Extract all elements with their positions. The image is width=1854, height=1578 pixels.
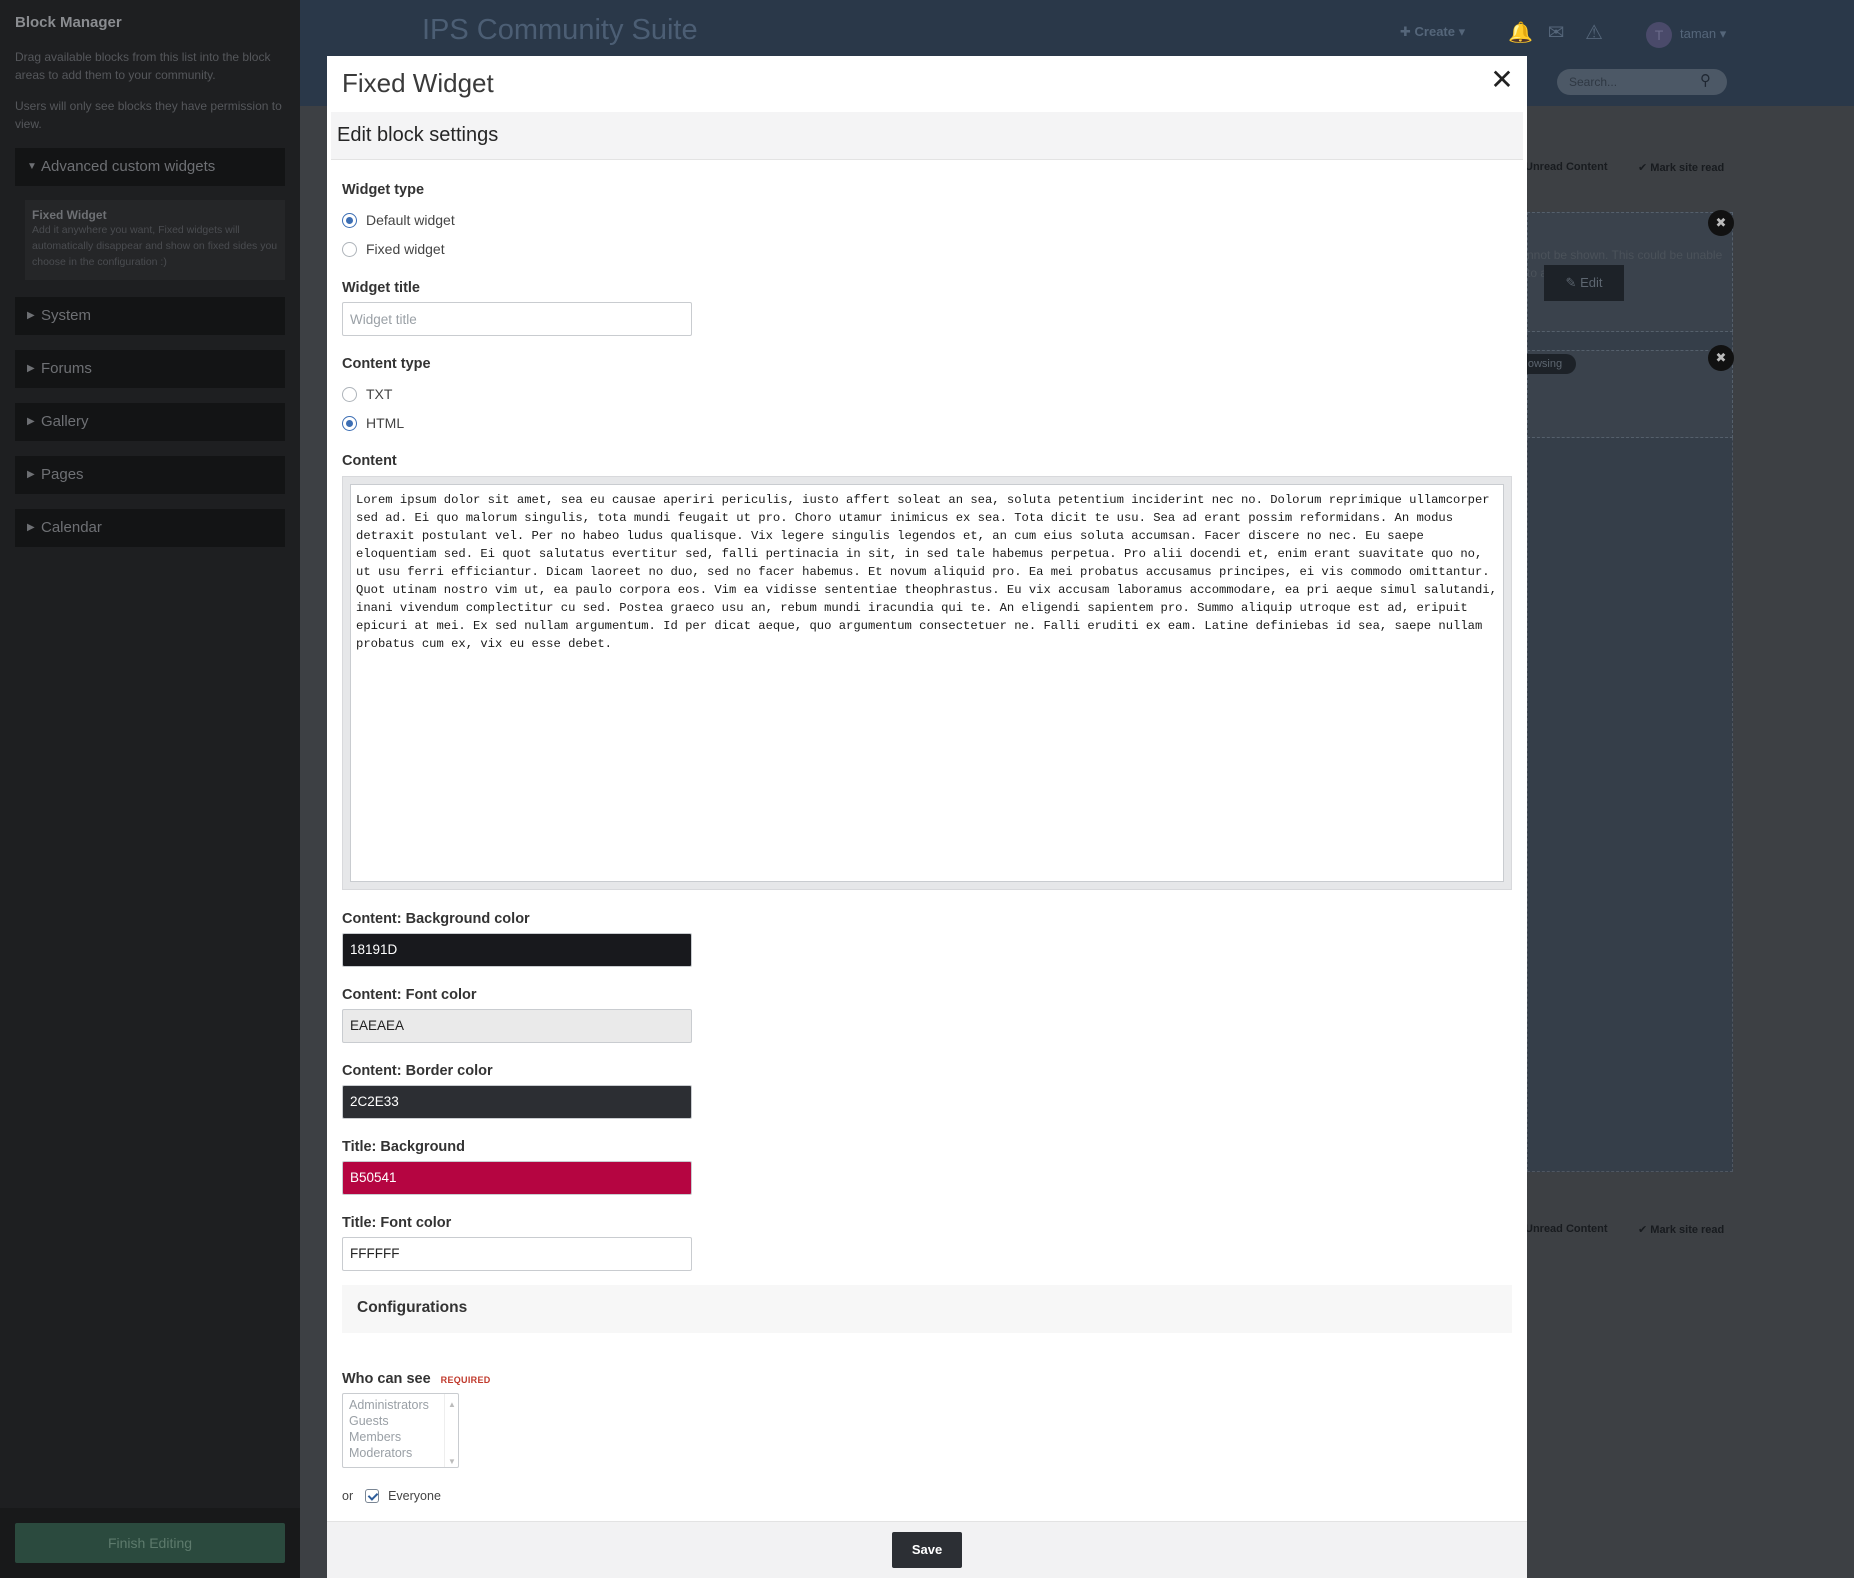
content-bg-color-input[interactable]: 18191D (342, 933, 692, 967)
radio-fixed-widget[interactable]: Fixed widget (342, 240, 445, 258)
caret-right-icon: ▶ (27, 363, 35, 374)
caret-right-icon: ▶ (27, 310, 35, 321)
everyone-option: or Everyone (342, 1487, 441, 1505)
select-option[interactable]: Administrators (349, 1397, 458, 1413)
everyone-checkbox[interactable] (364, 1489, 379, 1503)
category-label: System (41, 307, 92, 324)
widget-title-input[interactable] (342, 302, 692, 336)
sidebar-category-advanced-custom-widgets[interactable]: ▼ Advanced custom widgets (15, 148, 285, 186)
save-button[interactable]: Save (892, 1532, 962, 1568)
bell-icon[interactable]: 🔔 (1508, 22, 1533, 44)
modal-title: Fixed Widget (342, 68, 494, 98)
radio-button[interactable] (342, 213, 357, 228)
category-label: Forums (41, 360, 92, 377)
content-type-label: Content type (342, 356, 431, 372)
title-font-color-input[interactable]: FFFFFF (342, 1237, 692, 1271)
section-header: Edit block settings (331, 112, 1523, 160)
unread-content-link[interactable]: Unread Content (1525, 1223, 1608, 1235)
remove-block-button[interactable]: ✖ (1708, 210, 1734, 236)
caret-right-icon: ▶ (27, 469, 35, 480)
or-label: or (342, 1489, 354, 1503)
site-brand[interactable]: IPS Community Suite (422, 14, 698, 47)
modal-header: Fixed Widget ✕ (327, 56, 1527, 112)
who-can-see-select[interactable]: Administrators Guests Members Moderators… (342, 1393, 459, 1468)
sidebar-category-forums[interactable]: ▶ Forums (15, 350, 285, 388)
sidebar-category-pages[interactable]: ▶ Pages (15, 456, 285, 494)
radio-html[interactable]: HTML (342, 414, 404, 432)
everyone-label: Everyone (388, 1489, 441, 1503)
content-font-color-label: Content: Font color (342, 987, 477, 1003)
block-title: Fixed Widget (32, 208, 107, 222)
edit-block-button[interactable]: ✎ Edit (1544, 265, 1624, 301)
sidebar-permission-note: Users will only see blocks they have per… (15, 99, 282, 131)
category-label: Pages (41, 466, 84, 483)
category-label: Gallery (41, 413, 89, 430)
sidebar-category-gallery[interactable]: ▶ Gallery (15, 403, 285, 441)
avatar[interactable]: T (1646, 22, 1672, 48)
close-icon[interactable]: ✕ (1487, 66, 1517, 96)
create-menu[interactable]: ✚ Create ▾ (1400, 24, 1465, 40)
content-border-color-input[interactable]: 2C2E33 (342, 1085, 692, 1119)
content-textarea[interactable]: Lorem ipsum dolor sit amet, sea eu causa… (350, 484, 1504, 882)
title-bg-color-input[interactable]: B50541 (342, 1161, 692, 1195)
mark-site-read-link[interactable]: ✔ Mark site read (1638, 1223, 1724, 1236)
pencil-icon: ✎ (1565, 275, 1577, 290)
sidebar-category-calendar[interactable]: ▶ Calendar (15, 509, 285, 547)
select-option[interactable]: Members (349, 1429, 458, 1445)
content-editor-wrapper: Lorem ipsum dolor sit amet, sea eu causa… (342, 476, 1512, 890)
available-block-fixed-widget[interactable]: Fixed Widget Add it anywhere you want, F… (25, 200, 285, 280)
caret-down-icon: ▼ (27, 161, 37, 172)
modal-footer: Save (327, 1521, 1527, 1578)
who-can-see-label: Who can see REQUIRED (342, 1371, 491, 1387)
caret-right-icon: ▶ (27, 522, 35, 533)
block-description: Add it anywhere you want, Fixed widgets … (32, 224, 278, 268)
widget-title-label: Widget title (342, 280, 421, 296)
block-manager-sidebar: Block Manager Drag available blocks from… (0, 0, 300, 1578)
configurations-title: Configurations (357, 1299, 468, 1316)
radio-txt[interactable]: TXT (342, 385, 392, 403)
envelope-icon[interactable]: ✉ (1545, 22, 1567, 44)
finish-editing-button[interactable]: Finish Editing (15, 1523, 285, 1563)
content-border-color-label: Content: Border color (342, 1063, 493, 1079)
select-option[interactable]: Moderators (349, 1445, 458, 1461)
select-scrollbar[interactable]: ▲ ▼ (444, 1394, 458, 1467)
remove-block-button[interactable]: ✖ (1708, 345, 1734, 371)
title-font-color-label: Title: Font color (342, 1215, 452, 1231)
content-bg-color-label: Content: Background color (342, 911, 530, 927)
widget-type-label: Widget type (342, 182, 425, 198)
category-label: Advanced custom widgets (41, 158, 216, 175)
sidebar-category-system[interactable]: ▶ System (15, 297, 285, 335)
radio-button[interactable] (342, 242, 357, 257)
caret-right-icon: ▶ (27, 416, 35, 427)
scroll-down-icon[interactable]: ▼ (448, 1454, 456, 1470)
scroll-up-icon[interactable]: ▲ (448, 1397, 456, 1413)
content-label: Content (342, 453, 397, 469)
warning-icon[interactable]: ⚠ (1583, 22, 1605, 44)
content-font-color-input[interactable]: EAEAEA (342, 1009, 692, 1043)
radio-default-widget[interactable]: Default widget (342, 211, 455, 229)
search-icon[interactable]: ⚲ (1700, 71, 1711, 89)
select-option[interactable]: Guests (349, 1413, 458, 1429)
radio-button[interactable] (342, 387, 357, 402)
configurations-header: Configurations (342, 1285, 1512, 1333)
user-menu[interactable]: taman ▾ (1680, 26, 1726, 42)
required-badge: REQUIRED (440, 1375, 491, 1385)
category-label: Calendar (41, 519, 102, 536)
radio-button[interactable] (342, 416, 357, 431)
title-bg-color-label: Title: Background (342, 1139, 465, 1155)
sidebar-description: Drag available blocks from this list int… (15, 50, 271, 82)
section-title: Edit block settings (337, 124, 499, 146)
sidebar-title: Block Manager (15, 14, 122, 31)
fixed-widget-modal: Fixed Widget ✕ Edit block settings Widge… (327, 56, 1527, 1578)
unread-content-link[interactable]: Unread Content (1525, 161, 1608, 173)
mark-site-read-link[interactable]: ✔ Mark site read (1638, 161, 1724, 174)
